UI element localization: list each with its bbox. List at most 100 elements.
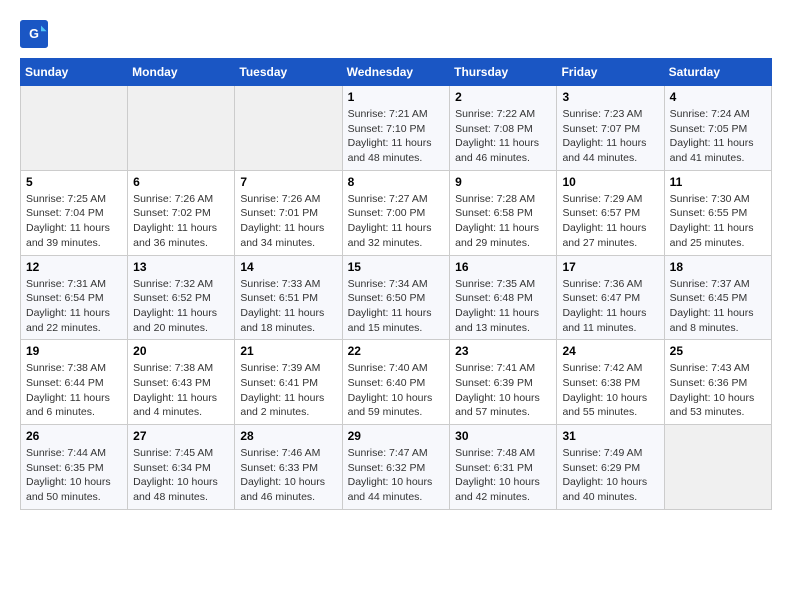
day-info: Sunrise: 7:43 AM Sunset: 6:36 PM Dayligh… xyxy=(670,361,766,420)
calendar-cell: 11 Sunrise: 7:30 AM Sunset: 6:55 PM Dayli… xyxy=(664,170,771,255)
day-info: Sunrise: 7:41 AM Sunset: 6:39 PM Dayligh… xyxy=(455,361,551,420)
day-number: 31 xyxy=(562,429,658,443)
day-info: Sunrise: 7:32 AM Sunset: 6:52 PM Dayligh… xyxy=(133,277,229,336)
weekday-header: Thursday xyxy=(450,59,557,86)
day-info: Sunrise: 7:39 AM Sunset: 6:41 PM Dayligh… xyxy=(240,361,336,420)
svg-text:G: G xyxy=(29,27,39,41)
calendar-week-row: 19Sunrise: 7:38 AM Sunset: 6:44 PM Dayli… xyxy=(21,340,772,425)
day-number: 28 xyxy=(240,429,336,443)
calendar-cell: 14Sunrise: 7:33 AM Sunset: 6:51 PM Dayli… xyxy=(235,255,342,340)
calendar-cell xyxy=(128,86,235,171)
day-number: 17 xyxy=(562,260,658,274)
calendar-cell: 22 Sunrise: 7:40 AM Sunset: 6:40 PM Dayli… xyxy=(342,340,450,425)
page-header: G xyxy=(20,20,772,48)
calendar-cell: 19Sunrise: 7:38 AM Sunset: 6:44 PM Dayli… xyxy=(21,340,128,425)
weekday-header: Sunday xyxy=(21,59,128,86)
day-number: 30 xyxy=(455,429,551,443)
calendar-cell: 23 Sunrise: 7:41 AM Sunset: 6:39 PM Dayli… xyxy=(450,340,557,425)
calendar-cell: 17 Sunrise: 7:36 AM Sunset: 6:47 PM Dayli… xyxy=(557,255,664,340)
day-number: 12 xyxy=(26,260,122,274)
calendar-cell xyxy=(664,425,771,510)
calendar-cell: 20 Sunrise: 7:38 AM Sunset: 6:43 PM Dayli… xyxy=(128,340,235,425)
day-number: 9 xyxy=(455,175,551,189)
day-info: Sunrise: 7:29 AM Sunset: 6:57 PM Dayligh… xyxy=(562,192,658,251)
day-info: Sunrise: 7:26 AM Sunset: 7:01 PM Dayligh… xyxy=(240,192,336,251)
day-info: Sunrise: 7:27 AM Sunset: 7:00 PM Dayligh… xyxy=(348,192,445,251)
day-number: 19 xyxy=(26,344,122,358)
calendar-cell: 29 Sunrise: 7:47 AM Sunset: 6:32 PM Dayli… xyxy=(342,425,450,510)
weekday-header-row: SundayMondayTuesdayWednesdayThursdayFrid… xyxy=(21,59,772,86)
day-info: Sunrise: 7:40 AM Sunset: 6:40 PM Dayligh… xyxy=(348,361,445,420)
day-number: 26 xyxy=(26,429,122,443)
weekday-header: Friday xyxy=(557,59,664,86)
day-number: 5 xyxy=(26,175,122,189)
calendar-cell: 18 Sunrise: 7:37 AM Sunset: 6:45 PM Dayli… xyxy=(664,255,771,340)
calendar-cell: 12 Sunrise: 7:31 AM Sunset: 6:54 PM Dayli… xyxy=(21,255,128,340)
day-info: Sunrise: 7:24 AM Sunset: 7:05 PM Dayligh… xyxy=(670,107,766,166)
day-info: Sunrise: 7:38 AM Sunset: 6:43 PM Dayligh… xyxy=(133,361,229,420)
calendar-cell: 1Sunrise: 7:21 AM Sunset: 7:10 PM Daylig… xyxy=(342,86,450,171)
day-info: Sunrise: 7:35 AM Sunset: 6:48 PM Dayligh… xyxy=(455,277,551,336)
day-number: 7 xyxy=(240,175,336,189)
day-number: 20 xyxy=(133,344,229,358)
calendar-cell: 13 Sunrise: 7:32 AM Sunset: 6:52 PM Dayli… xyxy=(128,255,235,340)
day-info: Sunrise: 7:37 AM Sunset: 6:45 PM Dayligh… xyxy=(670,277,766,336)
day-number: 18 xyxy=(670,260,766,274)
weekday-header: Tuesday xyxy=(235,59,342,86)
calendar-table: SundayMondayTuesdayWednesdayThursdayFrid… xyxy=(20,58,772,510)
day-number: 11 xyxy=(670,175,766,189)
day-number: 27 xyxy=(133,429,229,443)
calendar-cell xyxy=(21,86,128,171)
day-info: Sunrise: 7:21 AM Sunset: 7:10 PM Dayligh… xyxy=(348,107,445,166)
day-info: Sunrise: 7:34 AM Sunset: 6:50 PM Dayligh… xyxy=(348,277,445,336)
day-info: Sunrise: 7:45 AM Sunset: 6:34 PM Dayligh… xyxy=(133,446,229,505)
day-number: 8 xyxy=(348,175,445,189)
day-info: Sunrise: 7:26 AM Sunset: 7:02 PM Dayligh… xyxy=(133,192,229,251)
day-number: 16 xyxy=(455,260,551,274)
calendar-cell: 4Sunrise: 7:24 AM Sunset: 7:05 PM Daylig… xyxy=(664,86,771,171)
weekday-header: Monday xyxy=(128,59,235,86)
day-info: Sunrise: 7:28 AM Sunset: 6:58 PM Dayligh… xyxy=(455,192,551,251)
day-number: 23 xyxy=(455,344,551,358)
day-info: Sunrise: 7:22 AM Sunset: 7:08 PM Dayligh… xyxy=(455,107,551,166)
logo: G xyxy=(20,20,52,48)
day-info: Sunrise: 7:30 AM Sunset: 6:55 PM Dayligh… xyxy=(670,192,766,251)
day-info: Sunrise: 7:25 AM Sunset: 7:04 PM Dayligh… xyxy=(26,192,122,251)
day-info: Sunrise: 7:36 AM Sunset: 6:47 PM Dayligh… xyxy=(562,277,658,336)
day-number: 29 xyxy=(348,429,445,443)
calendar-cell: 9 Sunrise: 7:28 AM Sunset: 6:58 PM Daylig… xyxy=(450,170,557,255)
day-info: Sunrise: 7:23 AM Sunset: 7:07 PM Dayligh… xyxy=(562,107,658,166)
calendar-cell: 24Sunrise: 7:42 AM Sunset: 6:38 PM Dayli… xyxy=(557,340,664,425)
calendar-week-row: 12 Sunrise: 7:31 AM Sunset: 6:54 PM Dayli… xyxy=(21,255,772,340)
calendar-cell: 21 Sunrise: 7:39 AM Sunset: 6:41 PM Dayli… xyxy=(235,340,342,425)
day-number: 15 xyxy=(348,260,445,274)
day-number: 21 xyxy=(240,344,336,358)
calendar-cell: 25 Sunrise: 7:43 AM Sunset: 6:36 PM Dayli… xyxy=(664,340,771,425)
calendar-cell: 7 Sunrise: 7:26 AM Sunset: 7:01 PM Daylig… xyxy=(235,170,342,255)
logo-icon: G xyxy=(20,20,48,48)
calendar-cell: 26 Sunrise: 7:44 AM Sunset: 6:35 PM Dayli… xyxy=(21,425,128,510)
calendar-week-row: 1Sunrise: 7:21 AM Sunset: 7:10 PM Daylig… xyxy=(21,86,772,171)
day-number: 25 xyxy=(670,344,766,358)
calendar-cell: 3Sunrise: 7:23 AM Sunset: 7:07 PM Daylig… xyxy=(557,86,664,171)
calendar-week-row: 26 Sunrise: 7:44 AM Sunset: 6:35 PM Dayli… xyxy=(21,425,772,510)
day-info: Sunrise: 7:31 AM Sunset: 6:54 PM Dayligh… xyxy=(26,277,122,336)
calendar-week-row: 5 Sunrise: 7:25 AM Sunset: 7:04 PM Daylig… xyxy=(21,170,772,255)
day-info: Sunrise: 7:48 AM Sunset: 6:31 PM Dayligh… xyxy=(455,446,551,505)
day-info: Sunrise: 7:44 AM Sunset: 6:35 PM Dayligh… xyxy=(26,446,122,505)
calendar-cell: 6Sunrise: 7:26 AM Sunset: 7:02 PM Daylig… xyxy=(128,170,235,255)
calendar-cell: 27 Sunrise: 7:45 AM Sunset: 6:34 PM Dayli… xyxy=(128,425,235,510)
day-info: Sunrise: 7:47 AM Sunset: 6:32 PM Dayligh… xyxy=(348,446,445,505)
calendar-cell: 15 Sunrise: 7:34 AM Sunset: 6:50 PM Dayli… xyxy=(342,255,450,340)
day-number: 2 xyxy=(455,90,551,104)
day-number: 22 xyxy=(348,344,445,358)
calendar-cell: 31Sunrise: 7:49 AM Sunset: 6:29 PM Dayli… xyxy=(557,425,664,510)
calendar-cell: 16 Sunrise: 7:35 AM Sunset: 6:48 PM Dayli… xyxy=(450,255,557,340)
day-number: 10 xyxy=(562,175,658,189)
calendar-cell: 8 Sunrise: 7:27 AM Sunset: 7:00 PM Daylig… xyxy=(342,170,450,255)
day-number: 13 xyxy=(133,260,229,274)
day-number: 14 xyxy=(240,260,336,274)
calendar-cell xyxy=(235,86,342,171)
weekday-header: Saturday xyxy=(664,59,771,86)
day-info: Sunrise: 7:46 AM Sunset: 6:33 PM Dayligh… xyxy=(240,446,336,505)
